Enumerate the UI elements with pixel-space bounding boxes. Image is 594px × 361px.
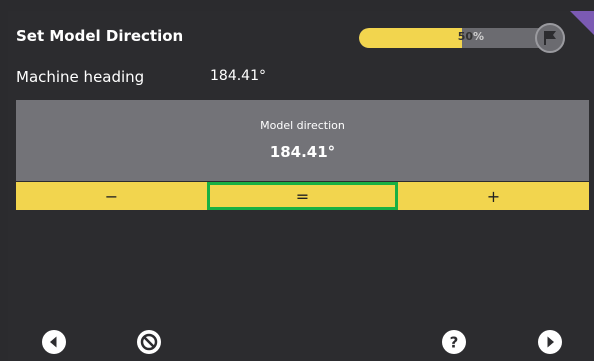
corner-marker	[570, 11, 594, 35]
machine-heading-value: 184.41°	[210, 68, 266, 84]
model-direction-value: 184.41°	[269, 143, 336, 161]
model-direction-panel: Model direction 184.41°	[16, 100, 589, 181]
back-arrow-icon[interactable]	[41, 329, 67, 355]
svg-text:?: ?	[450, 334, 459, 352]
progress-percent-sign: %	[473, 30, 485, 43]
set-equal-button[interactable]: =	[207, 182, 398, 210]
increase-button[interactable]: +	[398, 182, 589, 210]
cancel-icon[interactable]	[136, 329, 162, 355]
progress-value: 50	[457, 30, 473, 43]
machine-heading-row: Machine heading 184.41°	[8, 66, 594, 92]
page-title: Set Model Direction	[16, 27, 184, 45]
flag-button[interactable]	[535, 23, 565, 53]
next-arrow-icon[interactable]	[537, 329, 563, 355]
decrease-button[interactable]: −	[16, 182, 207, 210]
machine-heading-label: Machine heading	[16, 68, 145, 86]
bottom-nav: ?	[8, 324, 594, 361]
model-direction-label: Model direction	[260, 119, 345, 132]
flag-icon	[544, 31, 556, 45]
help-icon[interactable]: ?	[441, 329, 467, 355]
screen: Set Model Direction 50 % Machine heading…	[8, 11, 594, 361]
header: Set Model Direction 50 %	[8, 11, 594, 59]
direction-controls: − = +	[16, 182, 589, 210]
